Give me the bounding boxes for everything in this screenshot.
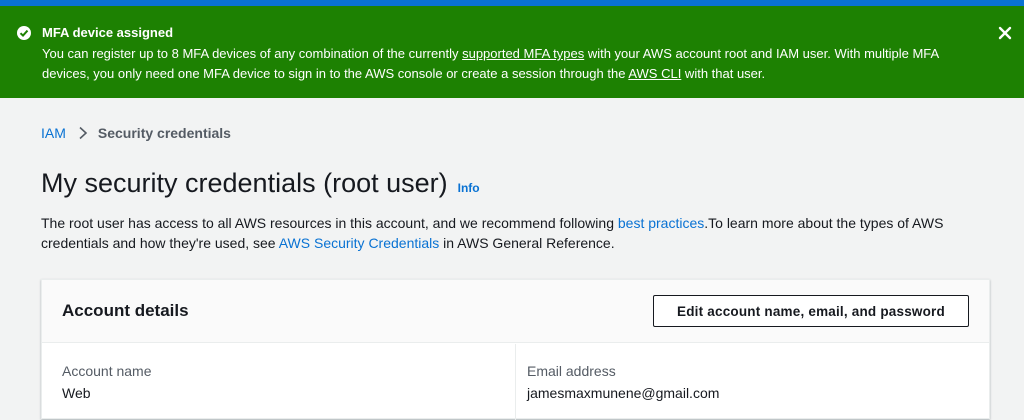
check-circle-icon	[16, 25, 32, 41]
flash-message: You can register up to 8 MFA devices of …	[42, 44, 972, 84]
email-value: jamesmaxmunene@gmail.com	[527, 385, 720, 401]
edit-account-button[interactable]: Edit account name, email, and password	[653, 295, 969, 327]
account-name-label: Account name	[62, 363, 152, 379]
breadcrumb-iam-link[interactable]: IAM	[41, 124, 66, 142]
info-link[interactable]: Info	[458, 171, 480, 205]
page-title: My security credentials (root user) Info	[41, 166, 480, 205]
aws-cli-link[interactable]: AWS CLI	[628, 66, 681, 81]
description-text: The root user has access to all AWS reso…	[41, 215, 618, 231]
page-title-text: My security credentials (root user)	[41, 168, 448, 198]
panel-title: Account details	[62, 301, 189, 320]
close-icon[interactable]	[997, 25, 1013, 41]
email-label: Email address	[527, 363, 616, 379]
account-name-value: Web	[62, 385, 91, 401]
breadcrumb-current: Security credentials	[97, 125, 231, 141]
email-column: Email address jamesmaxmunene@gmail.com	[516, 344, 989, 420]
account-details-panel: Account details Edit account name, email…	[41, 279, 990, 420]
description-text: in AWS General Reference.	[439, 235, 615, 251]
page-description: The root user has access to all AWS reso…	[41, 213, 981, 253]
flash-message-text: with that user.	[681, 66, 766, 81]
success-flash-banner: MFA device assigned You can register up …	[0, 6, 1024, 98]
account-name-column: Account name Web	[42, 344, 516, 420]
breadcrumb: IAM Security credentials	[41, 124, 231, 142]
flash-message-text: You can register up to 8 MFA devices of …	[42, 46, 463, 61]
chevron-right-icon	[78, 126, 88, 140]
flash-title: MFA device assigned	[42, 25, 174, 40]
supported-mfa-types-link[interactable]: supported MFA types	[462, 46, 584, 61]
panel-header: Account details Edit account name, email…	[42, 280, 989, 343]
best-practices-link[interactable]: best practices	[618, 215, 704, 231]
aws-security-credentials-link[interactable]: AWS Security Credentials	[279, 235, 440, 251]
